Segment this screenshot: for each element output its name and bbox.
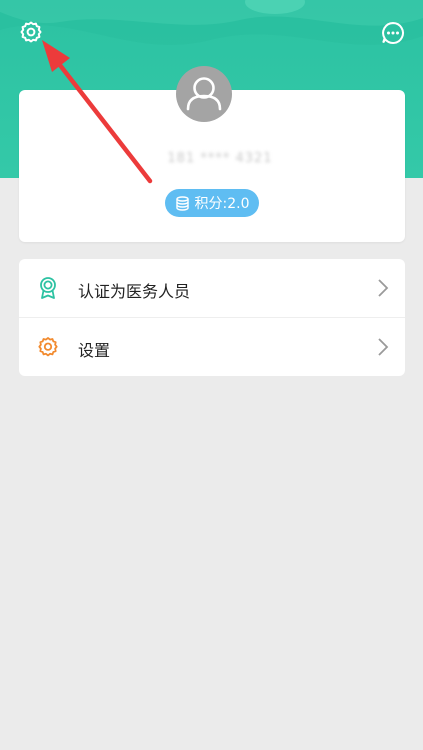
message-button[interactable] — [379, 19, 407, 47]
menu-item-certify[interactable]: 认证为医务人员 — [19, 259, 405, 317]
database-icon — [175, 195, 189, 211]
menu-item-settings-label: 设置 — [78, 341, 111, 360]
avatar[interactable] — [176, 66, 232, 122]
gear-icon — [20, 21, 42, 43]
chevron-right-icon — [378, 279, 389, 297]
chat-bubble-icon — [382, 21, 404, 44]
chevron-right-icon — [378, 338, 389, 356]
medal-badge-icon — [40, 277, 56, 299]
settings-button[interactable] — [17, 19, 45, 47]
menu-item-settings[interactable]: 设置 — [19, 317, 405, 376]
menu-card: 认证为医务人员 设置 — [19, 259, 405, 376]
menu-item-certify-label: 认证为医务人员 — [78, 282, 191, 301]
points-badge[interactable]: 积分:2.0 — [165, 189, 259, 217]
username: 181 **** 4321 — [167, 150, 273, 166]
gear-icon — [38, 337, 58, 357]
user-avatar-icon — [186, 77, 222, 111]
points-label: 积分:2.0 — [194, 196, 250, 212]
